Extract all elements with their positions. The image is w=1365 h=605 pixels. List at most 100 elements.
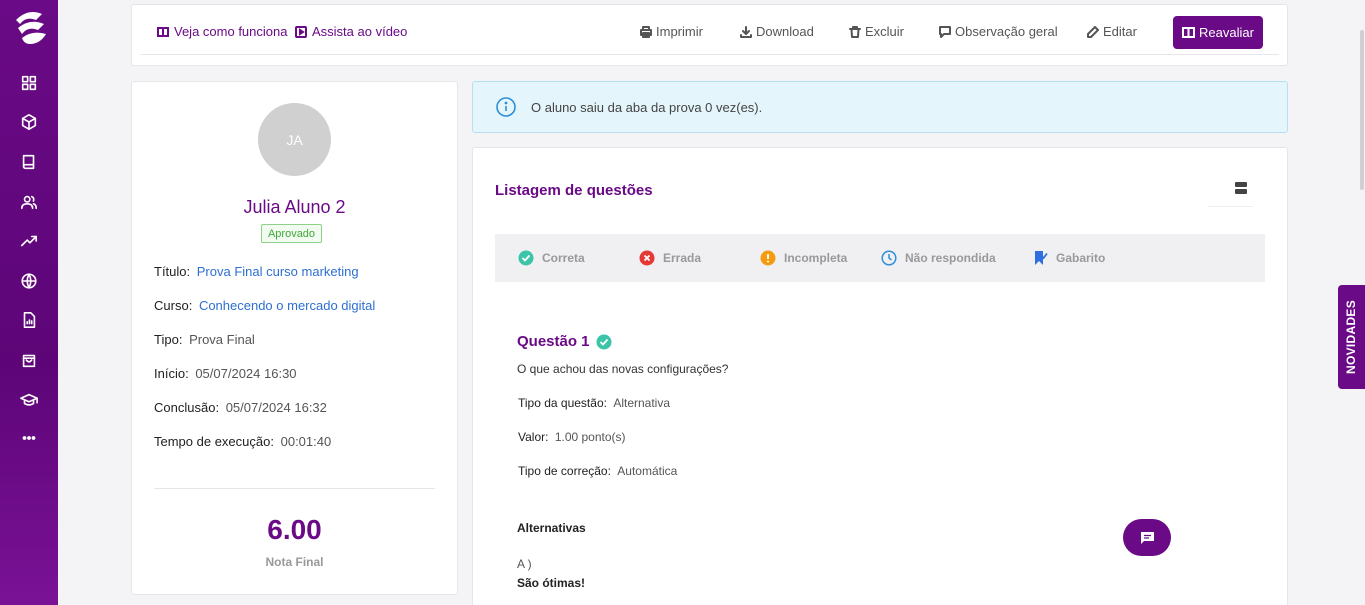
question-value-value: 1.00 ponto(s)	[554, 430, 626, 444]
report-icon[interactable]	[19, 310, 39, 330]
sidebar	[0, 0, 58, 605]
general-note-button[interactable]: Observação geral	[939, 24, 1058, 39]
question-type-label: Tipo da questão	[518, 396, 604, 410]
edit-label: Editar	[1103, 24, 1137, 39]
final-grade: 6.00	[267, 514, 322, 545]
reevaluate-label: Reavaliar	[1199, 25, 1254, 40]
avatar: JA	[258, 103, 331, 176]
book-icon[interactable]	[19, 152, 39, 172]
alternative-letter: A )	[517, 557, 532, 571]
delete-button[interactable]: Excluir	[849, 24, 904, 39]
status-badge: Aprovado	[261, 224, 322, 243]
trending-up-icon[interactable]	[19, 231, 39, 251]
end-label: Conclusão	[154, 400, 216, 415]
globe-icon[interactable]	[19, 271, 39, 291]
info-row-course: Curso: Conhecendo o mercado digital	[154, 298, 376, 313]
course-label: Curso	[154, 298, 189, 313]
print-label: Imprimir	[656, 24, 703, 39]
question-type-value: Alternativa	[613, 396, 671, 410]
student-info-card: JA Julia Aluno 2 Aprovado Título: Prova …	[131, 81, 458, 595]
legend-correct-label: Correta	[542, 251, 585, 265]
status-legend: Correta Errada Incompleta Não respondida…	[495, 234, 1265, 282]
info-row-title: Título: Prova Final curso marketing	[154, 264, 359, 279]
pencil-icon	[1087, 25, 1099, 38]
end-value: 05/07/2024 16:32	[225, 400, 327, 415]
book-check-icon	[1182, 27, 1196, 39]
questions-title: Listagem de questões	[495, 182, 653, 199]
edit-button[interactable]: Editar	[1087, 24, 1137, 39]
clock-icon	[881, 250, 897, 266]
duration-label: Tempo de execução	[154, 434, 271, 449]
download-icon	[740, 25, 752, 38]
grid-icon[interactable]	[19, 73, 39, 93]
legend-incomplete-label: Incompleta	[784, 251, 848, 265]
cube-icon[interactable]	[19, 112, 39, 132]
question-heading: Questão 1	[517, 333, 612, 350]
start-value: 05/07/2024 16:30	[195, 366, 297, 381]
info-row-start: Início: 05/07/2024 16:30	[154, 366, 297, 381]
type-value: Prova Final	[189, 332, 255, 347]
title-rule	[1208, 206, 1253, 207]
bag-icon[interactable]	[19, 350, 39, 370]
alternative-text: São ótimas!	[517, 576, 586, 590]
news-tab-label: NOVIDADES	[1344, 299, 1359, 375]
legend-answer-key-label: Gabarito	[1056, 251, 1106, 265]
watch-video-link[interactable]: Assista ao vídeo	[295, 24, 407, 39]
book-open-icon	[157, 26, 169, 37]
how-it-works-link[interactable]: Veja como funciona	[157, 24, 287, 39]
course-value-link[interactable]: Conhecendo o mercado digital	[199, 298, 375, 313]
news-tab[interactable]: NOVIDADES	[1338, 285, 1365, 389]
check-circle-icon	[596, 334, 612, 349]
student-name: Julia Aluno 2	[243, 197, 346, 217]
legend-incomplete: Incompleta	[760, 250, 847, 266]
final-grade-label: Nota Final	[265, 555, 324, 569]
video-icon	[295, 25, 307, 38]
legend-wrong: Errada	[639, 250, 701, 266]
info-row-end: Conclusão: 05/07/2024 16:32	[154, 400, 327, 415]
legend-correct: Correta	[518, 250, 585, 266]
print-button[interactable]: Imprimir	[640, 24, 703, 39]
legend-unanswered: Não respondida	[881, 250, 996, 266]
delete-label: Excluir	[865, 24, 905, 39]
title-value-link[interactable]: Prova Final curso marketing	[197, 264, 359, 279]
question-text: O que achou das novas configurações?	[517, 362, 729, 376]
question-type-row: Tipo da questão: Alternativa	[518, 396, 671, 410]
question-value-row: Valor: 1.00 ponto(s)	[518, 430, 626, 444]
question-number: Questão 1	[517, 333, 590, 350]
comment-icon	[939, 25, 951, 38]
info-icon	[496, 97, 516, 117]
toolbar-divider	[140, 54, 1279, 55]
legend-answer-key: Gabarito	[1032, 250, 1105, 266]
list-view-icon[interactable]	[1235, 182, 1249, 196]
app-logo[interactable]	[10, 6, 50, 48]
reevaluate-button[interactable]: Reavaliar	[1173, 16, 1263, 49]
download-button[interactable]: Download	[740, 24, 814, 39]
download-label: Download	[756, 24, 814, 39]
title-label: Título	[154, 264, 187, 279]
chat-icon	[1140, 531, 1154, 544]
graduation-cap-icon[interactable]	[19, 390, 39, 410]
info-row-duration: Tempo de execução: 00:01:40	[154, 434, 332, 449]
question-value-label: Valor	[518, 430, 546, 444]
alternatives-title: Alternativas	[517, 521, 586, 535]
check-circle-icon	[518, 250, 534, 266]
chat-button[interactable]	[1123, 519, 1171, 556]
watch-video-label: Assista ao vídeo	[312, 24, 408, 39]
card-divider	[154, 488, 435, 489]
correction-type-value: Automática	[617, 464, 678, 478]
page-scrollbar[interactable]	[1360, 30, 1364, 190]
correction-type-row: Tipo de correção: Automática	[518, 464, 678, 478]
correction-type-label: Tipo de correção	[518, 464, 608, 478]
alert-text: O aluno saiu da aba da prova 0 vez(es).	[531, 99, 763, 115]
bookmark-check-icon	[1035, 251, 1048, 265]
start-label: Início	[154, 366, 186, 381]
users-icon[interactable]	[19, 192, 39, 212]
alert-circle-icon	[760, 250, 776, 266]
more-icon[interactable]	[19, 428, 39, 448]
printer-icon	[640, 25, 652, 38]
info-row-type: Tipo: Prova Final	[154, 332, 255, 347]
top-toolbar: Veja como funciona Assista ao vídeo Impr…	[131, 4, 1288, 66]
legend-unanswered-label: Não respondida	[905, 251, 996, 265]
tab-exit-alert: O aluno saiu da aba da prova 0 vez(es).	[472, 81, 1288, 133]
legend-wrong-label: Errada	[663, 251, 702, 265]
